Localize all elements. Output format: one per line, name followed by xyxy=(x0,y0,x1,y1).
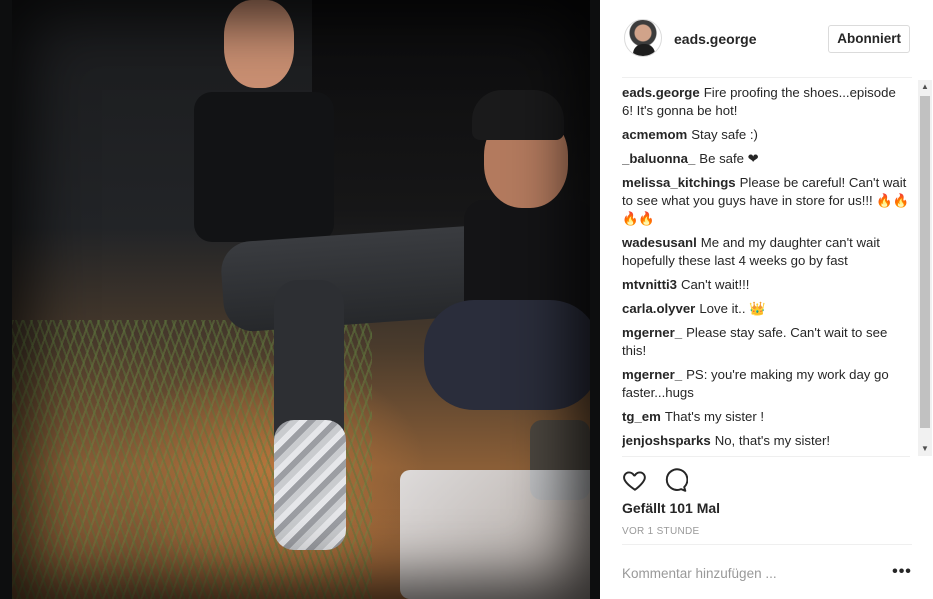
comment-username[interactable]: eads.george xyxy=(622,85,700,100)
comment-item: melissa_kitchings Please be careful! Can'… xyxy=(622,174,910,228)
comment-text: That's my sister ! xyxy=(664,409,765,424)
post-actions xyxy=(622,456,910,496)
photo-plastic-bag xyxy=(400,470,590,599)
comment-text: Be safe ❤ xyxy=(699,151,759,166)
comment-username[interactable]: _baluonna_ xyxy=(622,151,695,166)
comment-item: tg_em That's my sister ! xyxy=(622,408,910,426)
comment-list[interactable]: eads.george Fire proofing the shoes...epi… xyxy=(622,84,910,456)
comment-username[interactable]: wadesusanl xyxy=(622,235,697,250)
comment-username[interactable]: melissa_kitchings xyxy=(622,175,736,190)
more-options-icon[interactable]: ••• xyxy=(892,564,912,581)
comment-username[interactable]: mgerner_ xyxy=(622,367,682,382)
post-timestamp[interactable]: VOR 1 STUNDE xyxy=(622,526,700,537)
heart-outline-icon[interactable] xyxy=(622,467,648,493)
comment-item: jenjoshsparks No, that's my sister! xyxy=(622,432,910,450)
comment-item: wadesusanl Me and my daughter can't wait … xyxy=(622,234,910,270)
comment-input[interactable] xyxy=(622,563,872,583)
photo-woman-legs xyxy=(424,300,590,410)
add-comment-section: ••• xyxy=(622,544,912,599)
avatar[interactable] xyxy=(624,19,662,57)
post-header: eads.george Abonniert xyxy=(622,0,912,78)
comment-item: acmemom Stay safe :) xyxy=(622,126,910,144)
photo-foil-shoe xyxy=(274,420,346,550)
comment-item: mgerner_ PS: you're making my work day go… xyxy=(622,366,910,402)
like-count[interactable]: Gefällt 101 Mal xyxy=(622,500,720,516)
post-photo[interactable] xyxy=(0,0,600,599)
author-username[interactable]: eads.george xyxy=(674,31,756,47)
comment-item: mtvnitti3 Can't wait!!! xyxy=(622,276,910,294)
comment-username[interactable]: mgerner_ xyxy=(622,325,682,340)
comment-username[interactable]: tg_em xyxy=(622,409,661,424)
post-side-panel: eads.george Abonniert eads.george Fire pr… xyxy=(600,0,933,599)
comment-username[interactable]: mtvnitti3 xyxy=(622,277,677,292)
comment-text: Love it.. 👑 xyxy=(699,301,766,316)
comment-item: eads.george Fire proofing the shoes...epi… xyxy=(622,84,910,120)
comment-text: No, that's my sister! xyxy=(714,433,831,448)
speech-bubble-icon[interactable] xyxy=(662,467,689,493)
comment-item: mgerner_ Please stay safe. Can't wait to … xyxy=(622,324,910,360)
comments-scrollbar[interactable]: ▲ ▼ xyxy=(918,80,932,456)
follow-button[interactable]: Abonniert xyxy=(828,25,910,53)
comment-text: Can't wait!!! xyxy=(680,277,750,292)
comment-username[interactable]: acmemom xyxy=(622,127,687,142)
photo-frame xyxy=(12,0,590,599)
comment-username[interactable]: jenjoshsparks xyxy=(622,433,711,448)
scroll-down-arrow-icon[interactable]: ▼ xyxy=(918,442,932,456)
photo-woman-cap xyxy=(472,90,564,140)
scrollbar-thumb[interactable] xyxy=(920,96,930,428)
comment-text: Stay safe :) xyxy=(691,127,758,142)
comment-item: carla.olyver Love it.. 👑 xyxy=(622,300,910,318)
scroll-up-arrow-icon[interactable]: ▲ xyxy=(918,80,932,94)
comment-username[interactable]: carla.olyver xyxy=(622,301,695,316)
comment-item: _baluonna_ Be safe ❤ xyxy=(622,150,910,168)
